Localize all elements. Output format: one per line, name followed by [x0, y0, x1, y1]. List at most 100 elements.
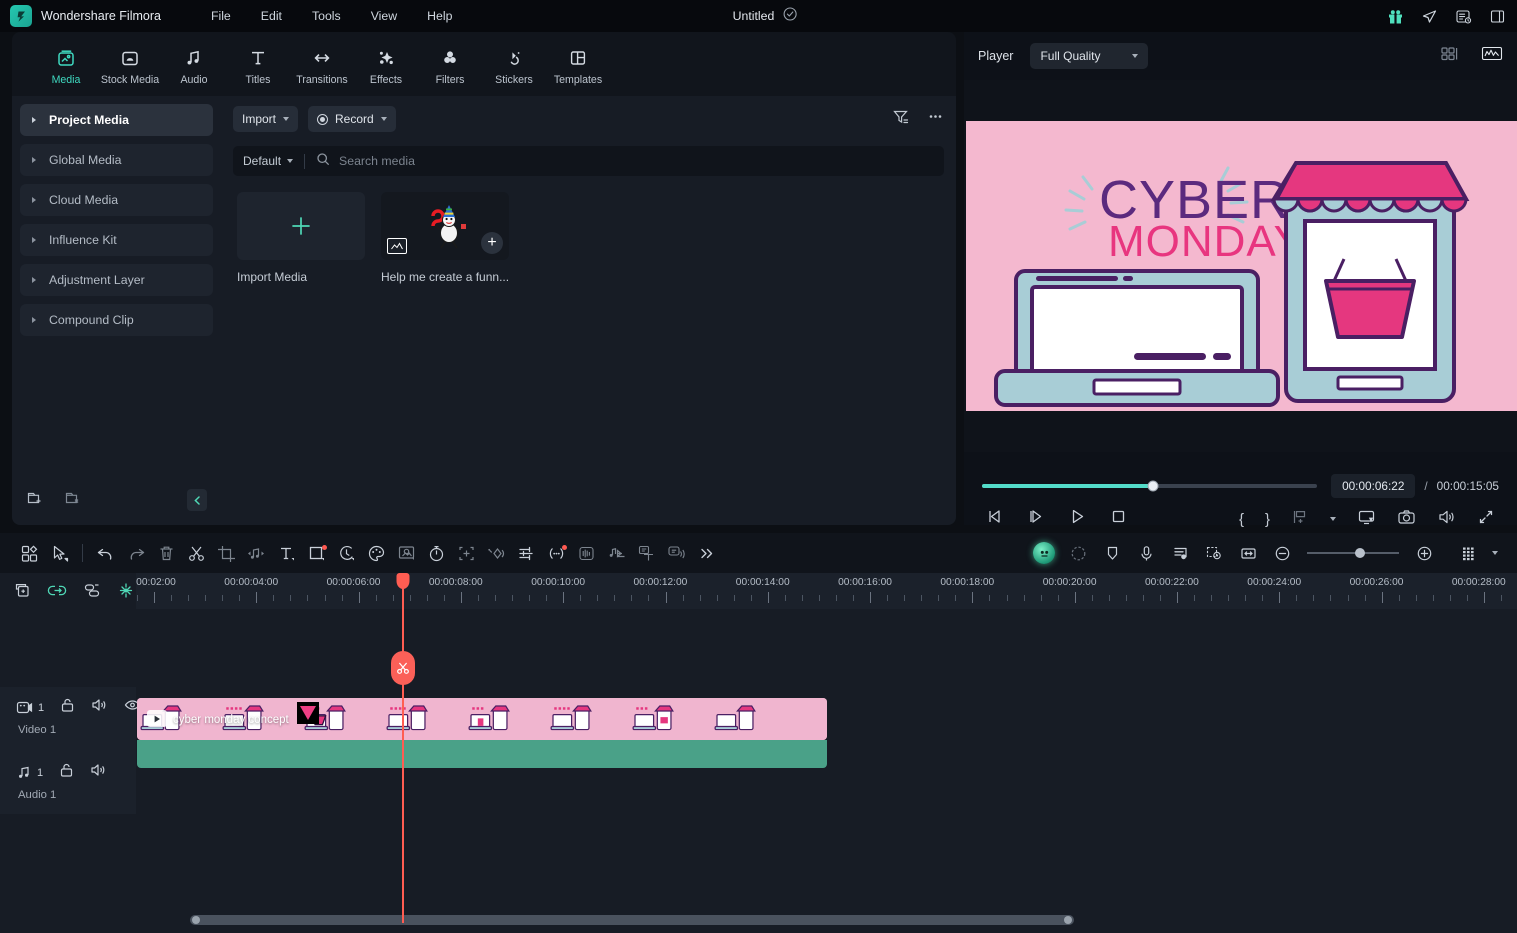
timeline-playhead[interactable]	[391, 573, 415, 923]
snapshot-grid-icon[interactable]	[14, 544, 44, 563]
clip-play-badge[interactable]	[147, 710, 167, 727]
add-to-timeline-button[interactable]: +	[481, 232, 503, 254]
screen-icon[interactable]	[1357, 508, 1376, 531]
marker-icon[interactable]	[1291, 508, 1309, 531]
undo-icon[interactable]	[91, 544, 121, 563]
menu-tools[interactable]: Tools	[297, 5, 356, 27]
filter-icon[interactable]	[892, 108, 909, 130]
group-icon[interactable]	[83, 582, 101, 604]
sidebar-item-cloud-media[interactable]: Cloud Media	[20, 184, 213, 216]
zoom-slider-handle[interactable]	[1355, 548, 1366, 558]
tab-stock-media[interactable]: Stock Media	[98, 43, 162, 86]
sidebar-item-global-media[interactable]: Global Media	[20, 144, 213, 176]
magnet-snap-icon[interactable]	[117, 582, 135, 604]
text-icon[interactable]	[271, 544, 301, 563]
import-media-thumb[interactable]	[237, 192, 365, 260]
tab-audio[interactable]: Audio	[162, 43, 226, 86]
more-options-icon[interactable]	[927, 108, 944, 130]
zoom-out-icon[interactable]	[1267, 544, 1297, 563]
audio-ducking-icon[interactable]	[601, 544, 631, 563]
tab-effects[interactable]: Effects	[354, 43, 418, 86]
chevron-down-icon[interactable]	[1487, 551, 1503, 555]
adjust-sliders-icon[interactable]	[511, 544, 541, 563]
sidebar-collapse-button[interactable]	[187, 489, 207, 511]
gift-icon[interactable]	[1385, 6, 1405, 26]
notes-icon[interactable]	[1453, 6, 1473, 26]
scroll-left-handle[interactable]	[192, 916, 200, 924]
search-input[interactable]	[339, 154, 934, 168]
auto-caption-icon[interactable]	[631, 544, 661, 563]
project-title[interactable]: Untitled	[733, 9, 775, 23]
playhead-handle[interactable]	[396, 573, 410, 589]
audio-track-icon[interactable]: 1	[16, 765, 43, 780]
delete-icon[interactable]	[151, 544, 181, 563]
record-button[interactable]: Record	[308, 106, 396, 132]
lock-open-icon[interactable]	[59, 762, 74, 783]
link-icon[interactable]	[47, 582, 67, 604]
delete-folder-icon[interactable]	[64, 489, 82, 512]
next-frame-icon[interactable]	[1027, 507, 1046, 531]
sort-dropdown[interactable]: Default	[243, 154, 294, 168]
video-track-icon[interactable]: 1	[16, 700, 44, 715]
timeline-horizontal-scrollbar[interactable]	[190, 915, 1074, 925]
new-folder-icon[interactable]	[26, 489, 44, 512]
media-item-thumb[interactable]: +	[381, 192, 509, 260]
audio-stretch-icon[interactable]	[571, 544, 601, 563]
timeline-ruler[interactable]: 00:00:02:00 00:00:04:00 00:00:06:00 00:00:0…	[136, 573, 1517, 609]
timeline-clip-video[interactable]: cyber monday concept	[137, 698, 827, 740]
mute-icon[interactable]	[90, 762, 107, 783]
sidebar-item-project-media[interactable]: Project Media	[20, 104, 213, 136]
zoom-slider[interactable]	[1307, 548, 1399, 558]
silence-detect-icon[interactable]	[541, 544, 571, 563]
tab-stickers[interactable]: Stickers	[482, 43, 546, 86]
audio-detach-icon[interactable]	[241, 544, 271, 563]
tab-titles[interactable]: Titles	[226, 43, 290, 86]
marker-chevron-icon[interactable]	[1330, 517, 1336, 521]
sidebar-item-influence-kit[interactable]: Influence Kit	[20, 224, 213, 256]
zoom-in-icon[interactable]	[1409, 544, 1439, 563]
tab-filters[interactable]: Filters	[418, 43, 482, 86]
menu-help[interactable]: Help	[412, 5, 467, 27]
import-media-cell[interactable]: Import Media	[237, 192, 365, 284]
quality-dropdown[interactable]: Full Quality	[1030, 43, 1149, 69]
redo-icon[interactable]	[121, 544, 151, 563]
audio-mixer-icon[interactable]	[1165, 544, 1195, 563]
send-icon[interactable]	[1419, 6, 1439, 26]
motion-tracking-icon[interactable]	[451, 544, 481, 563]
crop-icon[interactable]	[211, 544, 241, 563]
stop-icon[interactable]	[1109, 507, 1128, 531]
add-track-icon[interactable]	[14, 582, 31, 604]
scroll-right-handle[interactable]	[1064, 916, 1072, 924]
panel-icon[interactable]	[1487, 6, 1507, 26]
tab-templates[interactable]: Templates	[546, 43, 610, 86]
render-preview-icon[interactable]	[1063, 544, 1093, 563]
mask-icon[interactable]	[301, 544, 331, 563]
speech-to-text-icon[interactable]	[661, 544, 691, 563]
preview-canvas[interactable]: CYBER MONDAY	[966, 121, 1517, 411]
speed-icon[interactable]	[331, 544, 361, 563]
keyframe-icon[interactable]	[481, 544, 511, 563]
sidebar-item-compound-clip[interactable]: Compound Clip	[20, 304, 213, 336]
timer-icon[interactable]	[421, 544, 451, 563]
seek-bar[interactable]	[982, 480, 1318, 492]
fullscreen-icon[interactable]	[1477, 508, 1495, 531]
mark-in-button[interactable]: {	[1239, 511, 1244, 528]
tab-transitions[interactable]: Transitions	[290, 43, 354, 86]
current-timecode[interactable]: 00:00:06:22	[1331, 474, 1416, 498]
lock-open-icon[interactable]	[60, 697, 75, 718]
playhead-split-button[interactable]	[391, 651, 415, 685]
split-scissors-icon[interactable]	[181, 544, 211, 563]
prev-frame-icon[interactable]	[986, 507, 1005, 531]
ai-assistant-orb[interactable]	[1029, 542, 1059, 564]
layout-grid-icon[interactable]	[1440, 45, 1459, 67]
snapshot-icon[interactable]	[1397, 508, 1416, 531]
tab-media[interactable]: Media	[34, 43, 98, 86]
voiceover-icon[interactable]	[1131, 544, 1161, 563]
play-icon[interactable]	[1068, 507, 1087, 531]
snapshot-preview-icon[interactable]	[1199, 544, 1229, 563]
import-button[interactable]: Import	[233, 106, 299, 132]
select-cursor-icon[interactable]	[44, 544, 74, 563]
zoom-slider-track[interactable]	[1307, 548, 1399, 558]
waveform-icon[interactable]	[1481, 45, 1503, 67]
fit-timeline-icon[interactable]	[1233, 544, 1263, 563]
